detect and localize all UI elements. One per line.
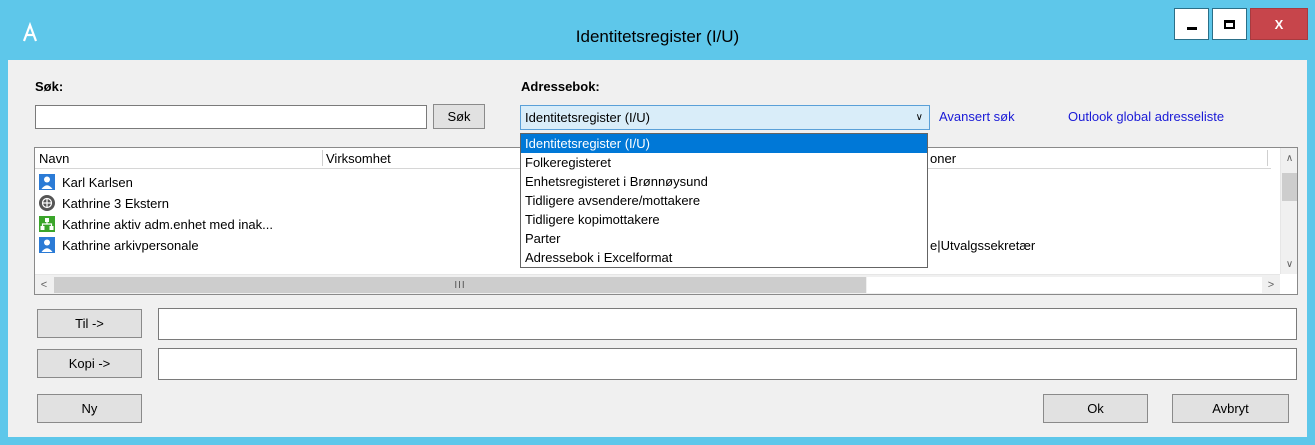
to-recipients-button[interactable]: Til -> xyxy=(37,309,142,338)
maximize-button[interactable] xyxy=(1212,8,1247,40)
dropdown-option[interactable]: Adressebok i Excelformat xyxy=(521,248,927,267)
column-header-organization[interactable]: Virksomhet xyxy=(326,151,391,166)
scroll-track[interactable] xyxy=(867,277,1262,293)
chevron-left-icon[interactable]: < xyxy=(35,275,53,294)
advanced-search-link[interactable]: Avansert søk xyxy=(939,109,1015,124)
title-bar[interactable]: Identitetsregister (I/U) X xyxy=(0,0,1315,60)
addressbook-selected-value: Identitetsregister (I/U) xyxy=(525,110,650,125)
chevron-up-icon[interactable]: ∧ xyxy=(1281,148,1297,168)
dialog-window: Identitetsregister (I/U) X Søk: Søk Adre… xyxy=(0,0,1315,445)
addressbook-label: Adressebok: xyxy=(521,79,600,94)
row-name: Kathrine 3 Ekstern xyxy=(62,196,169,211)
scroll-grip: III xyxy=(454,279,466,291)
maximize-icon xyxy=(1224,19,1235,29)
copy-recipients-button[interactable]: Kopi -> xyxy=(37,349,142,378)
outlook-global-addresslist-link[interactable]: Outlook global adresseliste xyxy=(1068,109,1224,124)
row-roles: e|Utvalgssekretær xyxy=(930,238,1036,253)
column-divider[interactable] xyxy=(322,150,323,166)
column-header-name[interactable]: Navn xyxy=(39,151,69,166)
minimize-button[interactable] xyxy=(1174,8,1209,40)
dropdown-option[interactable]: Parter xyxy=(521,229,927,248)
search-label: Søk: xyxy=(35,79,64,94)
chevron-right-icon[interactable]: > xyxy=(1262,275,1280,294)
copy-recipients-field[interactable] xyxy=(158,348,1297,380)
ok-button[interactable]: Ok xyxy=(1043,394,1148,423)
chevron-down-icon[interactable]: ∨ xyxy=(916,112,923,123)
row-name: Kathrine arkivpersonale xyxy=(62,238,199,253)
dropdown-option[interactable]: Tidligere avsendere/mottakere xyxy=(521,191,927,210)
org-unit-icon xyxy=(39,216,55,232)
horizontal-scrollbar[interactable]: < III > xyxy=(35,274,1280,294)
external-globe-icon xyxy=(39,195,55,211)
dropdown-option[interactable]: Tidligere kopimottakere xyxy=(521,210,927,229)
dropdown-option[interactable]: Folkeregisteret xyxy=(521,153,927,172)
close-button[interactable]: X xyxy=(1250,8,1308,40)
minimize-icon xyxy=(1186,26,1197,30)
dropdown-option[interactable]: Enhetsregisteret i Brønnøysund xyxy=(521,172,927,191)
vertical-scrollbar[interactable]: ∧ ∨ xyxy=(1280,148,1297,274)
search-input[interactable] xyxy=(35,105,427,129)
column-header-roles[interactable]: oner xyxy=(930,151,956,166)
row-name: Karl Karlsen xyxy=(62,175,133,190)
cancel-button[interactable]: Avbryt xyxy=(1172,394,1289,423)
column-divider[interactable] xyxy=(1267,150,1268,166)
horizontal-scroll-thumb[interactable]: III xyxy=(54,277,866,293)
vertical-scroll-thumb[interactable] xyxy=(1282,173,1297,201)
person-icon xyxy=(39,174,55,190)
dropdown-option[interactable]: Identitetsregister (I/U) xyxy=(521,134,927,153)
to-recipients-field[interactable] xyxy=(158,308,1297,340)
chevron-down-icon[interactable]: ∨ xyxy=(1281,254,1297,274)
addressbook-dropdown-list[interactable]: Identitetsregister (I/U) Folkeregisteret… xyxy=(520,133,928,268)
window-title: Identitetsregister (I/U) xyxy=(575,27,740,46)
person-icon xyxy=(39,237,55,253)
dialog-body: Søk: Søk Adressebok: Identitetsregister … xyxy=(8,60,1307,437)
search-button[interactable]: Søk xyxy=(433,104,485,129)
row-name: Kathrine aktiv adm.enhet med inak... xyxy=(62,217,274,232)
addressbook-select[interactable]: Identitetsregister (I/U) ∨ xyxy=(520,105,930,130)
new-button[interactable]: Ny xyxy=(37,394,142,423)
